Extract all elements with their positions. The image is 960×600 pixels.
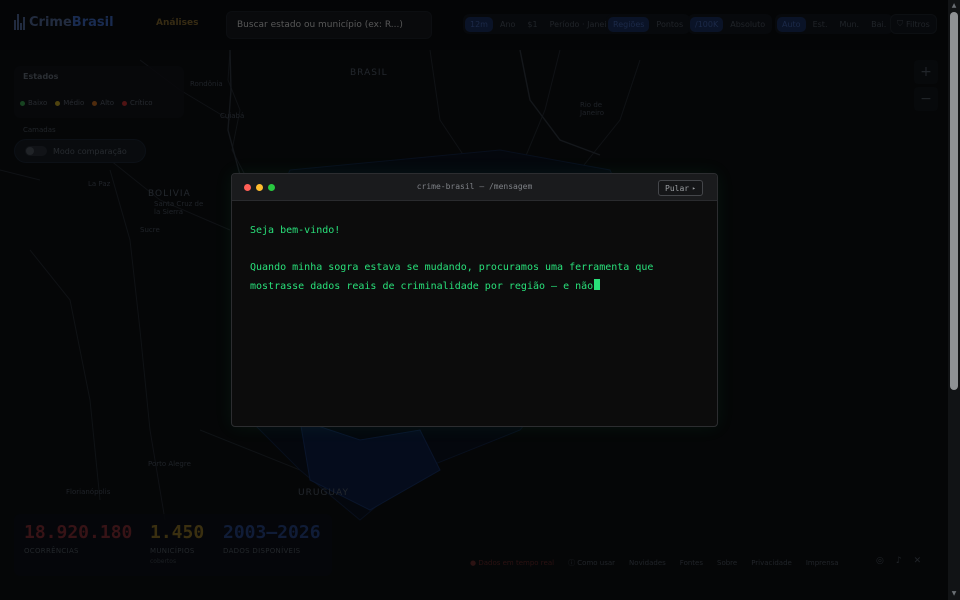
app-root: BRASIL BOLIVIA La Paz Santa Cruz de la S… (0, 0, 960, 600)
skip-label: Pular (665, 183, 690, 193)
terminal-body: Seja bem-vindo! Quando minha sogra estav… (232, 201, 717, 316)
welcome-terminal-modal: crime-brasil — /mensagem Pular ▸ Seja be… (231, 173, 718, 427)
terminal-line: Quando minha sogra estava se mudando, pr… (250, 262, 654, 273)
scroll-up-icon[interactable]: ▲ (950, 2, 958, 10)
terminal-line-greeting: Seja bem-vindo! (250, 225, 341, 236)
play-icon: ▸ (692, 184, 696, 192)
page-scrollbar[interactable]: ▲ ▼ (948, 0, 960, 600)
scrollbar-thumb[interactable] (950, 12, 958, 390)
skip-button[interactable]: Pular ▸ (658, 180, 703, 196)
modal-titlebar: crime-brasil — /mensagem Pular ▸ (232, 174, 717, 201)
terminal-line: mostrasse dados reais de criminalidade p… (250, 277, 699, 296)
text-cursor-icon (594, 279, 601, 290)
modal-title: crime-brasil — /mensagem (416, 182, 533, 191)
scroll-down-icon[interactable]: ▼ (950, 590, 958, 598)
